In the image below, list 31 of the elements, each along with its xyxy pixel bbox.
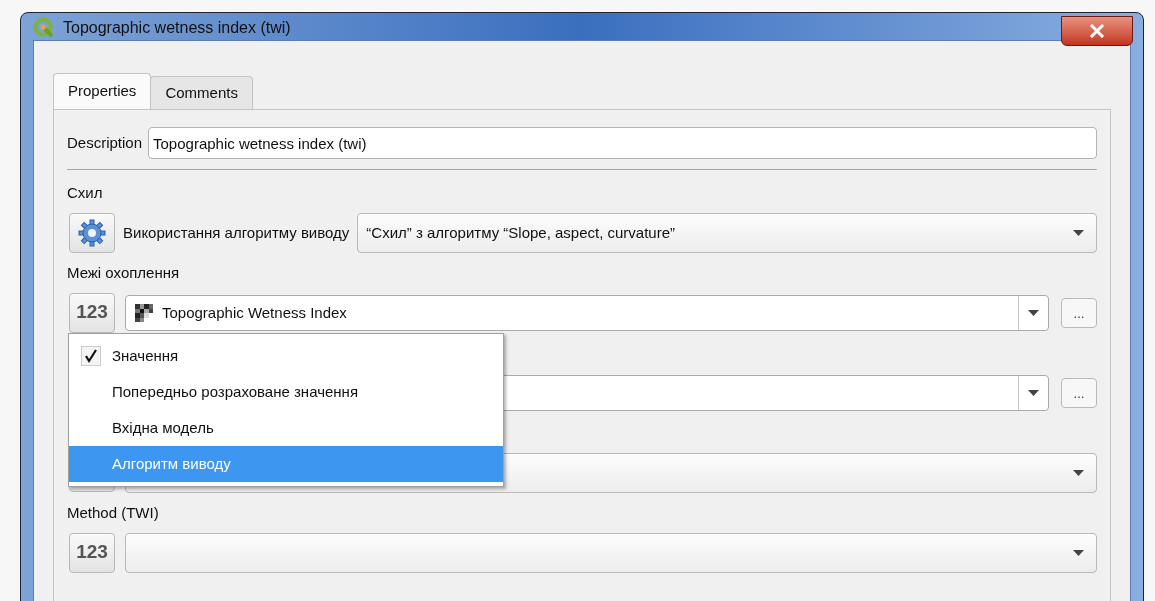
menu-item[interactable]: Попередньо розраховане значення	[69, 374, 503, 410]
menu-item[interactable]: Вхідна модель	[69, 410, 503, 446]
value-source-button[interactable]: 123	[69, 293, 115, 333]
tab[interactable]: Comments	[150, 76, 253, 109]
caret-icon	[1028, 390, 1039, 396]
layer-name: Topographic Wetness Index	[162, 302, 347, 323]
browse-button[interactable]: ...	[1061, 378, 1097, 408]
browse-button[interactable]: ...	[1061, 298, 1097, 328]
description-field[interactable]: Topographic wetness index (twi)	[148, 127, 1097, 159]
parameter-label: Межі охоплення	[67, 262, 180, 283]
caret-icon	[1028, 310, 1039, 316]
caret-icon	[1073, 230, 1084, 236]
caret-icon	[1073, 550, 1084, 556]
value-source-button[interactable]: 123	[69, 533, 115, 573]
parameter-label: Method (TWI)	[67, 502, 159, 523]
gear-button[interactable]	[69, 213, 115, 253]
window-title: Topographic wetness index (twi)	[63, 18, 291, 38]
option-combobox[interactable]: “Схил” з алгоритму “Slope, aspect, curvature”	[357, 213, 1097, 253]
menu-item[interactable]: Значення	[69, 338, 503, 374]
description-label: Description	[67, 132, 143, 153]
tab[interactable]: Properties	[53, 73, 152, 109]
gear-icon	[77, 218, 107, 248]
layer-combobox[interactable]: Topographic Wetness Index	[125, 295, 1049, 331]
parameter-label: Схил	[67, 182, 103, 203]
checkmark-icon	[80, 346, 101, 366]
caret-icon	[1073, 470, 1084, 476]
close-icon	[1089, 24, 1105, 38]
source-label: Використання алгоритму виводу	[123, 222, 350, 243]
close-button[interactable]	[1061, 16, 1133, 46]
app-logo-icon	[33, 17, 55, 39]
raster-layer-icon	[134, 304, 154, 322]
